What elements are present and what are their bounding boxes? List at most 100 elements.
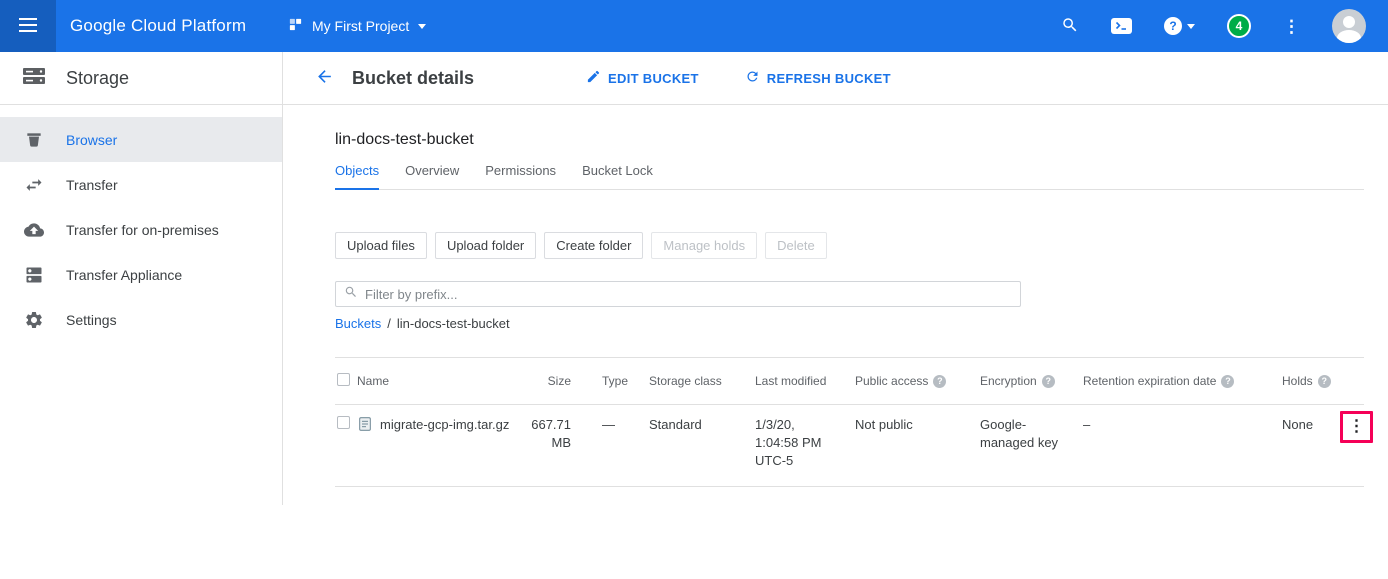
search-button[interactable] [1061, 16, 1079, 37]
table-row: migrate-gcp-img.tar.gz 667.71 MB — Stand… [335, 405, 1364, 487]
arrow-left-icon [315, 67, 334, 89]
bucket-name-heading: lin-docs-test-bucket [335, 131, 1364, 149]
utilities-menu-button[interactable]: ⋮ [1283, 18, 1300, 35]
table-header-row: Name Size Type Storage class Last modifi… [335, 357, 1364, 405]
page-header: Bucket details EDIT BUCKET REFRESH BUCKE… [283, 52, 1388, 105]
sidebar-item-browser[interactable]: Browser [0, 117, 282, 162]
delete-button: Delete [765, 232, 827, 259]
column-header-retention: Retention expiration date ? [1083, 374, 1282, 388]
sidebar-item-label: Settings [66, 312, 117, 328]
upload-files-button[interactable]: Upload files [335, 232, 427, 259]
sidebar-title: Storage [66, 68, 129, 89]
menu-button[interactable] [0, 0, 56, 52]
breadcrumb-separator: / [387, 316, 391, 331]
file-icon [357, 416, 373, 437]
bucket-icon [24, 130, 44, 150]
column-header-size: Size [548, 374, 571, 388]
top-bar: Google Cloud Platform My First Project ?… [0, 0, 1388, 52]
breadcrumb-current: lin-docs-test-bucket [397, 316, 510, 331]
tab-permissions[interactable]: Permissions [485, 163, 556, 189]
sidebar-item-transfer[interactable]: Transfer [0, 162, 282, 207]
column-header-type: Type [571, 374, 649, 388]
kebab-icon: ⋮ [1283, 18, 1300, 35]
row-checkbox[interactable] [337, 416, 350, 429]
help-icon[interactable]: ? [1221, 375, 1234, 388]
help-icon: ? [1164, 17, 1182, 35]
column-header-name: Name [357, 374, 507, 388]
help-button[interactable]: ? [1164, 17, 1195, 35]
sidebar-header: Storage [0, 52, 282, 105]
sidebar-item-settings[interactable]: Settings [0, 297, 282, 342]
upload-folder-button[interactable]: Upload folder [435, 232, 536, 259]
notifications-badge[interactable]: 4 [1227, 14, 1251, 38]
cell-holds: None [1282, 416, 1340, 434]
cell-type: — [571, 416, 649, 434]
back-button[interactable] [315, 67, 334, 89]
help-icon[interactable]: ? [933, 375, 946, 388]
column-header-holds: Holds ? [1282, 374, 1340, 388]
manage-holds-button: Manage holds [651, 232, 757, 259]
column-header-storage-class: Storage class [649, 374, 755, 388]
main-content: Bucket details EDIT BUCKET REFRESH BUCKE… [283, 52, 1388, 505]
brand-title[interactable]: Google Cloud Platform [56, 16, 284, 36]
objects-table: Name Size Type Storage class Last modifi… [335, 357, 1364, 487]
hamburger-icon [19, 18, 37, 35]
sidebar-item-label: Transfer [66, 177, 118, 193]
column-header-public-access: Public access ? [855, 374, 980, 388]
page-title: Bucket details [352, 68, 474, 89]
storage-product-icon [22, 66, 46, 91]
sidebar: Storage Browser Transfer Transfer for on… [0, 52, 283, 505]
project-name-label: My First Project [312, 18, 409, 34]
breadcrumb-buckets-link[interactable]: Buckets [335, 316, 381, 331]
gear-icon [24, 310, 44, 330]
topbar-utilities: ? 4 ⋮ [1061, 9, 1388, 43]
tab-objects[interactable]: Objects [335, 163, 379, 190]
sidebar-item-transfer-appliance[interactable]: Transfer Appliance [0, 252, 282, 297]
breadcrumb: Buckets / lin-docs-test-bucket [335, 316, 1364, 331]
chevron-down-icon [1187, 24, 1195, 29]
refresh-bucket-label: REFRESH BUCKET [767, 71, 891, 86]
select-all-checkbox[interactable] [337, 373, 350, 386]
tab-bar: Objects Overview Permissions Bucket Lock [335, 163, 1364, 190]
cloud-upload-icon [24, 220, 44, 240]
cell-last-modified: 1/3/20, 1:04:58 PM UTC-5 [755, 416, 831, 470]
swap-arrows-icon [24, 175, 44, 195]
tab-overview[interactable]: Overview [405, 163, 459, 189]
annotation-highlight: ⋮ [1340, 411, 1373, 443]
sidebar-item-label: Browser [66, 132, 117, 148]
sidebar-item-label: Transfer for on-premises [66, 222, 219, 238]
edit-bucket-button[interactable]: EDIT BUCKET [586, 69, 699, 87]
cell-retention: – [1083, 416, 1282, 434]
row-menu-button[interactable]: ⋮ [1349, 419, 1365, 435]
cell-size: 667.71 MB [523, 416, 571, 452]
account-avatar[interactable] [1332, 9, 1366, 43]
tab-bucket-lock[interactable]: Bucket Lock [582, 163, 653, 189]
filter-prefix-input[interactable] [365, 287, 1012, 302]
pencil-icon [586, 69, 601, 87]
help-icon[interactable]: ? [1318, 375, 1331, 388]
refresh-icon [745, 69, 760, 87]
chevron-down-icon [418, 24, 426, 29]
project-selector[interactable]: My First Project [288, 17, 426, 35]
search-icon [1061, 16, 1079, 37]
project-icon [288, 17, 303, 35]
column-header-last-modified: Last modified [755, 374, 855, 388]
sidebar-item-label: Transfer Appliance [66, 267, 182, 283]
cell-encryption: Google-managed key [980, 416, 1062, 452]
cloud-shell-icon [1111, 18, 1132, 34]
sidebar-nav: Browser Transfer Transfer for on-premise… [0, 105, 282, 342]
cloud-shell-button[interactable] [1111, 18, 1132, 34]
edit-bucket-label: EDIT BUCKET [608, 71, 699, 86]
refresh-bucket-button[interactable]: REFRESH BUCKET [745, 69, 891, 87]
sidebar-item-transfer-on-premises[interactable]: Transfer for on-premises [0, 207, 282, 252]
object-name-link[interactable]: migrate-gcp-img.tar.gz [380, 416, 509, 434]
object-toolbar: Upload files Upload folder Create folder… [335, 232, 1364, 259]
person-icon [1343, 16, 1355, 28]
help-icon[interactable]: ? [1042, 375, 1055, 388]
cell-storage-class: Standard [649, 416, 755, 434]
bucket-details-content: lin-docs-test-bucket Objects Overview Pe… [283, 131, 1388, 487]
cell-public-access: Not public [855, 416, 980, 434]
column-header-encryption: Encryption ? [980, 374, 1083, 388]
create-folder-button[interactable]: Create folder [544, 232, 643, 259]
search-icon [344, 285, 358, 304]
